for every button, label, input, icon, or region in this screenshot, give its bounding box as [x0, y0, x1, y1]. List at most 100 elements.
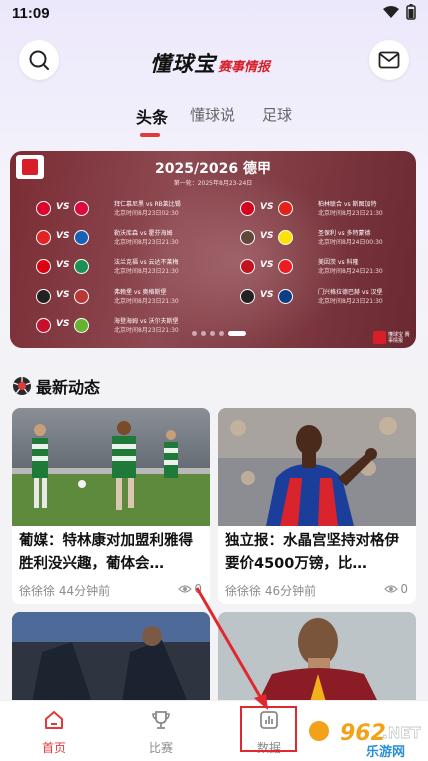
- watermark-site: 乐游网: [366, 744, 405, 760]
- news-time: 44分钟前: [58, 584, 111, 598]
- fixture-row: VS 拜仁慕尼黑 vs RB莱比锡 北京时间8月23日02:30: [36, 199, 216, 223]
- battery-icon: [406, 4, 416, 20]
- fixture-teams: 圣保利 vs 多特蒙德: [318, 230, 371, 237]
- status-time: 11:09: [12, 5, 50, 22]
- fixture-row: VS 柏林联合 vs 斯图加特 北京时间8月23日21:30: [240, 199, 410, 223]
- fixture-time: 北京时间8月23日21:30: [114, 327, 179, 334]
- nav-match[interactable]: 比赛: [131, 709, 191, 756]
- latest-news-heading: 最新动态: [12, 374, 100, 398]
- tab-headlines[interactable]: 头条: [136, 104, 168, 128]
- banner-title: 2025/2026 德甲: [155, 161, 271, 177]
- logo-sub-text: 赛事情报: [218, 60, 271, 75]
- team-crest: [74, 259, 89, 274]
- news-views: 0: [384, 582, 408, 596]
- logo-badge-icon: [373, 331, 386, 344]
- section-title: 最新动态: [36, 378, 101, 397]
- annotation-highlight-box: [240, 706, 297, 752]
- news-title: 葡媒：特林康对加盟利雅得胜利没兴趣，葡体会…: [19, 533, 193, 572]
- team-crest: [240, 259, 255, 274]
- status-icons: [382, 4, 416, 20]
- banner-badge: 懂球宝 赛事情报: [373, 331, 412, 344]
- fixture-time: 北京时间8月24日00:30: [318, 239, 383, 246]
- news-author: 徐徐徐: [19, 584, 56, 598]
- team-crest: [74, 318, 89, 333]
- fixture-row: VS 美因茨 vs 科隆 北京时间8月24日21:30: [240, 257, 410, 281]
- fixture-row: VS 弗赖堡 vs 奥格斯堡 北京时间8月23日21:30: [36, 287, 216, 311]
- search-icon: [29, 50, 49, 70]
- news-image: [218, 612, 416, 702]
- news-card[interactable]: 葡媒：特林康对加盟利雅得胜利没兴趣，葡体会… 徐徐徐 44分钟前 0: [12, 408, 210, 604]
- fixture-teams: 海登海姆 vs 沃尔夫斯堡: [114, 318, 179, 325]
- news-title: 独立报：水晶宫坚持对格伊要价4500万镑，比…: [225, 533, 399, 572]
- app-logo: 懂球宝 赛事情报: [150, 48, 270, 78]
- team-crest: [278, 289, 293, 304]
- watermark-number: 962: [340, 721, 386, 746]
- fixture-row: VS 勒沃库森 vs 霍芬海姆 北京时间8月23日21:30: [36, 228, 216, 252]
- fixture-time: 北京时间8月23日21:30: [114, 298, 179, 305]
- news-time: 46分钟前: [264, 584, 317, 598]
- news-card[interactable]: 独立报：水晶宫坚持对格伊要价4500万镑，比… 徐徐徐 46分钟前 0: [218, 408, 416, 604]
- football-icon: [13, 377, 31, 395]
- fixture-row: VS 圣保利 vs 多特蒙德 北京时间8月24日00:30: [240, 228, 410, 252]
- app-header: 懂球宝 赛事情报: [0, 34, 428, 88]
- news-views: 0: [178, 582, 202, 596]
- fixture-teams: 拜仁慕尼黑 vs RB莱比锡: [114, 201, 181, 208]
- wifi-icon: [383, 6, 399, 18]
- fixture-teams: 门兴格拉德巴赫 vs 汉堡: [318, 289, 383, 296]
- logo-main-text: 懂球宝: [150, 52, 216, 76]
- team-crest: [74, 289, 89, 304]
- team-crest: [278, 230, 293, 245]
- news-image: [12, 612, 210, 702]
- fixture-teams: 勒沃库森 vs 霍芬海姆: [114, 230, 173, 237]
- nav-home[interactable]: 首页: [24, 709, 84, 756]
- nav-match-label: 比赛: [148, 741, 173, 755]
- site-watermark: 962 .NET 乐游网: [302, 716, 422, 760]
- fixture-row: VS 门兴格拉德巴赫 vs 汉堡 北京时间8月23日21:30: [240, 287, 410, 311]
- team-crest: [36, 259, 51, 274]
- fixture-time: 北京时间8月23日02:30: [114, 210, 179, 217]
- news-meta: 徐徐徐 46分钟前: [225, 582, 316, 599]
- banner-subtitle: 第一轮：2025年8月23-24日: [173, 180, 253, 187]
- fixture-time: 北京时间8月23日21:30: [114, 268, 179, 275]
- fixture-teams: 美因茨 vs 科隆: [318, 259, 359, 266]
- views-count: 0: [400, 582, 408, 596]
- bundesliga-schedule-banner[interactable]: 2025/2026 德甲 第一轮：2025年8月23-24日 VS 拜仁慕尼黑 …: [10, 151, 416, 348]
- team-crest: [74, 201, 89, 216]
- status-bar: 11:09: [0, 0, 428, 30]
- news-image: [12, 408, 210, 526]
- news-card[interactable]: [218, 612, 416, 702]
- badge-text: 懂球宝 赛事情报: [388, 331, 410, 344]
- team-crest: [240, 289, 255, 304]
- watermark-suffix: .NET: [382, 724, 421, 742]
- fixture-time: 北京时间8月24日21:30: [318, 268, 383, 275]
- fixture-teams: 弗赖堡 vs 奥格斯堡: [114, 289, 167, 296]
- tab-dongqiu-talk[interactable]: 懂球说: [190, 104, 235, 125]
- news-card[interactable]: [12, 612, 210, 702]
- carousel-dots[interactable]: [192, 331, 246, 336]
- team-crest: [240, 230, 255, 245]
- fixture-time: 北京时间8月23日21:30: [114, 239, 179, 246]
- views-count: 0: [194, 582, 202, 596]
- trophy-icon: [152, 711, 170, 729]
- team-crest: [36, 289, 51, 304]
- team-crest: [278, 201, 293, 216]
- fixture-row: VS 海登海姆 vs 沃尔夫斯堡 北京时间8月23日21:30: [36, 316, 216, 340]
- fixture-teams: 柏林联合 vs 斯图加特: [318, 201, 377, 208]
- team-crest: [74, 230, 89, 245]
- team-crest: [36, 318, 51, 333]
- fixture-time: 北京时间8月23日21:30: [318, 210, 383, 217]
- eye-icon: [178, 585, 193, 593]
- search-button[interactable]: [19, 40, 59, 80]
- home-icon: [45, 711, 63, 729]
- team-crest: [240, 201, 255, 216]
- team-crest: [278, 259, 293, 274]
- mail-icon: [378, 51, 400, 69]
- news-author: 徐徐徐: [225, 584, 262, 598]
- tab-football[interactable]: 足球: [262, 104, 292, 125]
- message-button[interactable]: [369, 40, 409, 80]
- team-crest: [36, 230, 51, 245]
- team-crest: [36, 201, 51, 216]
- nav-home-label: 首页: [41, 741, 66, 755]
- top-tabs: 头条 懂球说 足球: [0, 104, 428, 140]
- eye-icon: [384, 585, 399, 593]
